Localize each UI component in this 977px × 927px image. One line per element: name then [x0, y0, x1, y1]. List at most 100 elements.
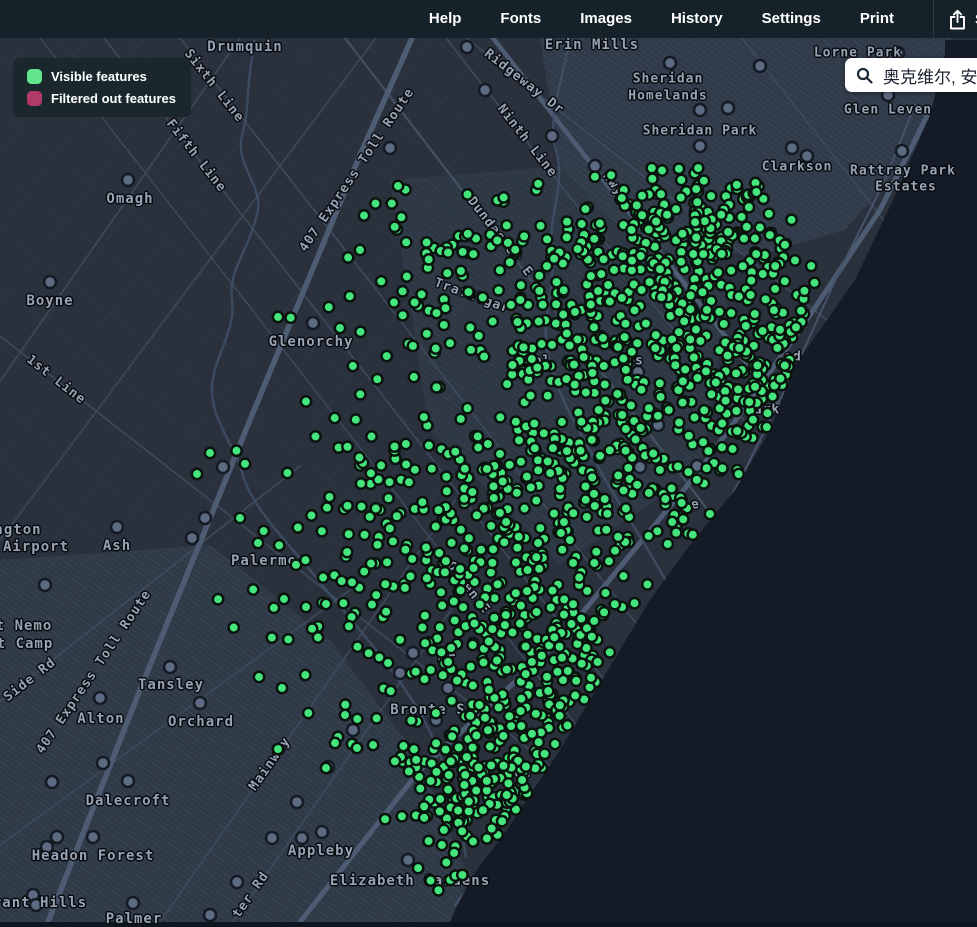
feature-dot[interactable]: [518, 342, 528, 352]
feature-dot[interactable]: [415, 783, 425, 793]
feature-dot[interactable]: [282, 468, 292, 478]
feature-dot[interactable]: [676, 257, 686, 267]
feature-dot[interactable]: [760, 294, 770, 304]
feature-dot[interactable]: [733, 469, 743, 479]
feature-dot[interactable]: [388, 536, 398, 546]
feature-dot[interactable]: [450, 615, 460, 625]
feature-dot[interactable]: [381, 607, 391, 617]
feature-dot[interactable]: [684, 431, 694, 441]
feature-dot[interactable]: [519, 503, 529, 513]
feature-dot[interactable]: [401, 459, 411, 469]
feature-dot[interactable]: [452, 675, 462, 685]
feature-dot[interactable]: [440, 567, 450, 577]
feature-dot[interactable]: [269, 603, 279, 613]
feature-dot[interactable]: [536, 339, 546, 349]
feature-dot[interactable]: [433, 505, 443, 515]
feature-dot[interactable]: [671, 204, 681, 214]
feature-dot[interactable]: [627, 255, 637, 265]
feature-dot[interactable]: [498, 731, 508, 741]
feature-dot[interactable]: [417, 497, 427, 507]
feature-dot[interactable]: [433, 885, 443, 895]
feature-dot[interactable]: [636, 285, 646, 295]
feature-dot[interactable]: [780, 240, 790, 250]
feature-dot[interactable]: [701, 463, 711, 473]
feature-dot[interactable]: [651, 216, 661, 226]
feature-dot[interactable]: [527, 354, 537, 364]
feature-dot[interactable]: [717, 418, 727, 428]
feature-dot[interactable]: [502, 220, 512, 230]
feature-dot[interactable]: [397, 286, 407, 296]
feature-dot[interactable]: [449, 848, 459, 858]
feature-dot[interactable]: [420, 611, 430, 621]
feature-dot[interactable]: [539, 428, 549, 438]
feature-dot[interactable]: [559, 609, 569, 619]
feature-dot[interactable]: [791, 322, 801, 332]
map-canvas[interactable]: DrumquinErin MillsSheridanHomelandsSheri…: [0, 0, 977, 922]
feature-dot[interactable]: [635, 423, 645, 433]
feature-dot[interactable]: [663, 539, 673, 549]
feature-dot[interactable]: [431, 343, 441, 353]
feature-dot[interactable]: [522, 471, 532, 481]
feature-dot[interactable]: [559, 517, 569, 527]
feature-dot[interactable]: [596, 269, 606, 279]
feature-dot[interactable]: [731, 368, 741, 378]
feature-dot[interactable]: [786, 215, 796, 225]
feature-dot[interactable]: [395, 635, 405, 645]
feature-dot[interactable]: [531, 709, 541, 719]
feature-dot[interactable]: [674, 307, 684, 317]
feature-dot[interactable]: [692, 373, 702, 383]
feature-dot[interactable]: [506, 721, 516, 731]
feature-dot[interactable]: [392, 511, 402, 521]
feature-dot[interactable]: [580, 204, 590, 214]
feature-dot[interactable]: [447, 731, 457, 741]
feature-dot[interactable]: [483, 725, 493, 735]
feature-dot[interactable]: [443, 657, 453, 667]
feature-dot[interactable]: [317, 526, 327, 536]
feature-dot[interactable]: [462, 403, 472, 413]
feature-dot[interactable]: [590, 501, 600, 511]
feature-dot[interactable]: [772, 343, 782, 353]
feature-dot[interactable]: [529, 418, 539, 428]
feature-dot[interactable]: [507, 360, 517, 370]
nav-item-fonts[interactable]: Fonts: [500, 0, 541, 38]
feature-dot[interactable]: [613, 342, 623, 352]
feature-dot[interactable]: [809, 278, 819, 288]
feature-dot[interactable]: [514, 435, 524, 445]
feature-dot[interactable]: [731, 406, 741, 416]
feature-dot[interactable]: [697, 287, 707, 297]
feature-dot[interactable]: [355, 245, 365, 255]
feature-dot[interactable]: [371, 503, 381, 513]
feature-dot[interactable]: [340, 710, 350, 720]
feature-dot[interactable]: [570, 379, 580, 389]
feature-dot[interactable]: [359, 210, 369, 220]
feature-dot[interactable]: [604, 556, 614, 566]
feature-dot[interactable]: [599, 607, 609, 617]
feature-dot[interactable]: [702, 305, 712, 315]
feature-dot[interactable]: [478, 292, 488, 302]
feature-dot[interactable]: [383, 493, 393, 503]
feature-dot[interactable]: [549, 254, 559, 264]
feature-dot[interactable]: [557, 417, 567, 427]
feature-dot[interactable]: [775, 325, 785, 335]
feature-dot[interactable]: [745, 290, 755, 300]
feature-dot[interactable]: [359, 530, 369, 540]
feature-dot[interactable]: [629, 305, 639, 315]
feature-dot[interactable]: [535, 221, 545, 231]
feature-dot[interactable]: [471, 785, 481, 795]
feature-dot[interactable]: [503, 778, 513, 788]
feature-dot[interactable]: [344, 621, 354, 631]
feature-dot[interactable]: [549, 632, 559, 642]
feature-dot[interactable]: [549, 508, 559, 518]
feature-dot[interactable]: [435, 806, 445, 816]
feature-dot[interactable]: [657, 165, 667, 175]
feature-dot[interactable]: [516, 721, 526, 731]
feature-dot[interactable]: [504, 711, 514, 721]
feature-dot[interactable]: [744, 397, 754, 407]
feature-dot[interactable]: [511, 588, 521, 598]
feature-dot[interactable]: [471, 730, 481, 740]
feature-dot[interactable]: [385, 523, 395, 533]
feature-dot[interactable]: [444, 770, 454, 780]
feature-dot[interactable]: [626, 400, 636, 410]
feature-dot[interactable]: [279, 594, 289, 604]
nav-item-settings[interactable]: Settings: [762, 0, 821, 38]
